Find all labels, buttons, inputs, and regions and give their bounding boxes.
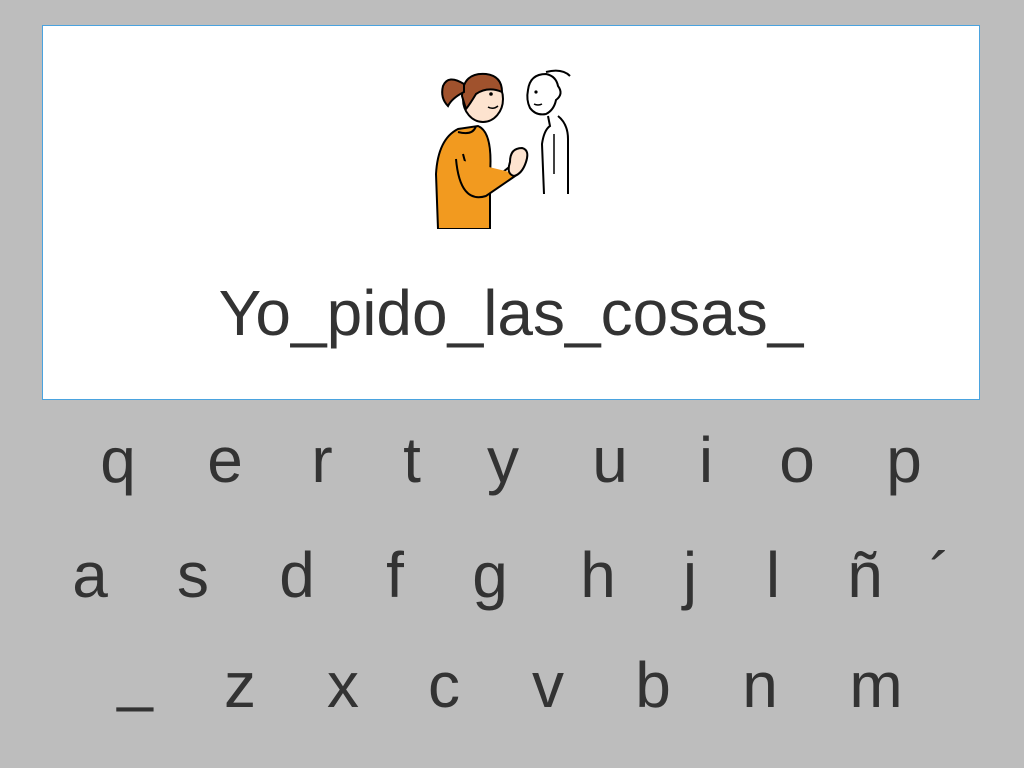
text-display-panel: Yo_pido_las_cosas_	[42, 25, 980, 400]
page: Yo_pido_las_cosas_ qertyuiop a s d f g h j l ñ ´ …	[0, 0, 1024, 768]
key-row1-4[interactable]: t	[372, 410, 452, 510]
key-row1-9[interactable]: p	[864, 410, 944, 510]
key-row3-4[interactable]: c	[404, 635, 484, 735]
key-row3-3[interactable]: x	[303, 635, 383, 735]
key-row2-3[interactable]: d	[257, 525, 337, 625]
key-row1-6[interactable]: u	[570, 410, 650, 510]
key-row1-1[interactable]: q	[78, 410, 158, 510]
key-row2-8[interactable]: l	[733, 525, 813, 625]
on-screen-keyboard: qertyuiop a s d f g h j l ñ ´ _ z x c v b n m	[0, 410, 1024, 768]
key-row2-4[interactable]: f	[355, 525, 435, 625]
key-row2-5[interactable]: g	[450, 525, 530, 625]
key-row3-7[interactable]: n	[720, 635, 800, 735]
key-row2-7[interactable]: j	[650, 525, 730, 625]
key-row2-10[interactable]: ´	[900, 525, 980, 625]
key-row1-2[interactable]: e	[185, 410, 265, 510]
typed-text: Yo_pido_las_cosas_	[218, 277, 804, 349]
key-row2-9[interactable]: ñ	[825, 525, 905, 625]
key-row1-8[interactable]: o	[757, 410, 837, 510]
key-row3-1[interactable]: _	[95, 627, 175, 727]
key-row3-5[interactable]: v	[508, 635, 588, 735]
person-asking-icon	[434, 69, 571, 229]
key-row1-3[interactable]: r	[282, 410, 362, 510]
key-row1-7[interactable]: i	[666, 410, 746, 510]
key-row2-6[interactable]: h	[558, 525, 638, 625]
key-row3-8[interactable]: m	[836, 635, 916, 735]
key-row2-1[interactable]: a	[50, 525, 130, 625]
key-row2-2[interactable]: s	[153, 525, 233, 625]
key-row3-6[interactable]: b	[613, 635, 693, 735]
key-row3-2[interactable]: z	[200, 635, 280, 735]
key-row1-5[interactable]: y	[463, 410, 543, 510]
